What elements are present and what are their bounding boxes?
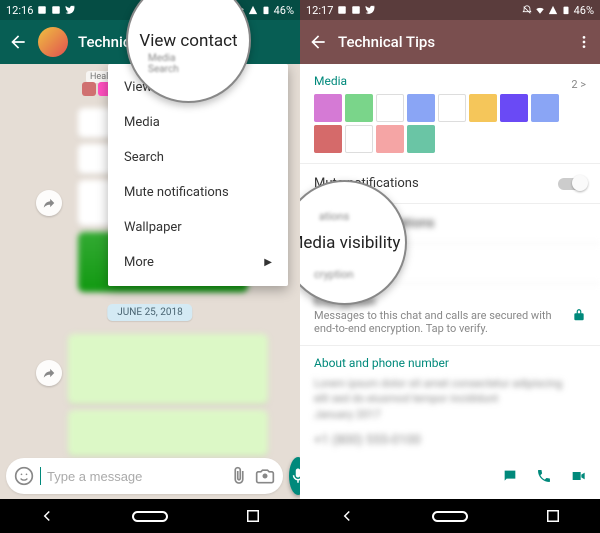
status-time: 12:17 — [306, 4, 333, 17]
signal-icon — [248, 5, 258, 15]
app-bar: Technical Tips — [300, 20, 600, 64]
nav-bar — [300, 499, 600, 533]
image-icon — [37, 5, 47, 15]
mic-button[interactable] — [289, 457, 300, 495]
left-screenshot: 12:16 46% Technical Tips Healthy Living — [0, 0, 300, 533]
input-bar — [6, 457, 294, 495]
menu-media[interactable]: Media — [108, 105, 288, 140]
nav-recent-icon[interactable] — [244, 507, 262, 525]
camera-icon[interactable] — [255, 466, 275, 486]
call-icon[interactable] — [536, 468, 552, 484]
right-screenshot: 12:17 46% Technical Tips Media 2 > — [300, 0, 600, 533]
chevron-right-icon: ▶ — [264, 257, 272, 268]
nav-back-icon[interactable] — [338, 507, 356, 525]
date-chip: JUNE 25, 2018 — [107, 304, 192, 321]
status-bar: 12:17 46% — [300, 0, 600, 20]
about-text: Lorem ipsum dolor sit amet consectetur a… — [314, 376, 586, 422]
battery-percent: 46% — [274, 4, 294, 17]
media-thumbnails — [314, 94, 586, 153]
menu-more[interactable]: More▶ — [108, 245, 288, 280]
mute-toggle[interactable] — [558, 178, 586, 190]
message-input[interactable] — [47, 469, 223, 484]
battery-percent: 46% — [574, 4, 594, 17]
image-icon — [337, 5, 347, 15]
status-time: 12:16 — [6, 4, 33, 17]
avatar[interactable] — [38, 27, 68, 57]
more-icon[interactable] — [576, 34, 592, 50]
media-count: 2 > — [571, 78, 586, 91]
nav-home-icon[interactable] — [432, 511, 468, 522]
signal-icon — [548, 5, 558, 15]
nav-back-icon[interactable] — [38, 507, 56, 525]
back-icon[interactable] — [308, 32, 328, 52]
video-icon[interactable] — [570, 468, 586, 484]
media-section[interactable]: Media 2 > — [300, 64, 600, 164]
menu-mute[interactable]: Mute notifications — [108, 175, 288, 210]
message-icon[interactable] — [502, 468, 518, 484]
twitter-icon — [65, 5, 75, 15]
menu-wallpaper[interactable]: Wallpaper — [108, 210, 288, 245]
about-label: About and phone number — [314, 356, 586, 370]
forward-button[interactable] — [36, 190, 62, 216]
back-icon[interactable] — [8, 32, 28, 52]
wifi-icon — [535, 5, 545, 15]
about-section: About and phone number Lorem ipsum dolor… — [300, 346, 600, 460]
battery-icon — [561, 5, 571, 15]
media-label: Media — [314, 74, 347, 88]
message-input-box[interactable] — [6, 458, 283, 494]
emoji-icon[interactable] — [14, 466, 34, 486]
forward-button[interactable] — [36, 360, 62, 386]
battery-icon — [261, 5, 271, 15]
app-icon — [51, 5, 61, 15]
page-title: Technical Tips — [338, 33, 566, 51]
lock-icon — [572, 308, 586, 322]
dnd-icon — [522, 5, 532, 15]
nav-bar — [0, 499, 300, 533]
nav-home-icon[interactable] — [132, 511, 168, 522]
attach-icon[interactable] — [229, 466, 249, 486]
cursor — [40, 467, 41, 485]
contact-actions — [300, 460, 600, 492]
app-icon — [351, 5, 361, 15]
phone-number: +1 (800) 555-0100 — [314, 432, 586, 450]
twitter-icon — [365, 5, 375, 15]
menu-search[interactable]: Search — [108, 140, 288, 175]
nav-recent-icon[interactable] — [544, 507, 562, 525]
